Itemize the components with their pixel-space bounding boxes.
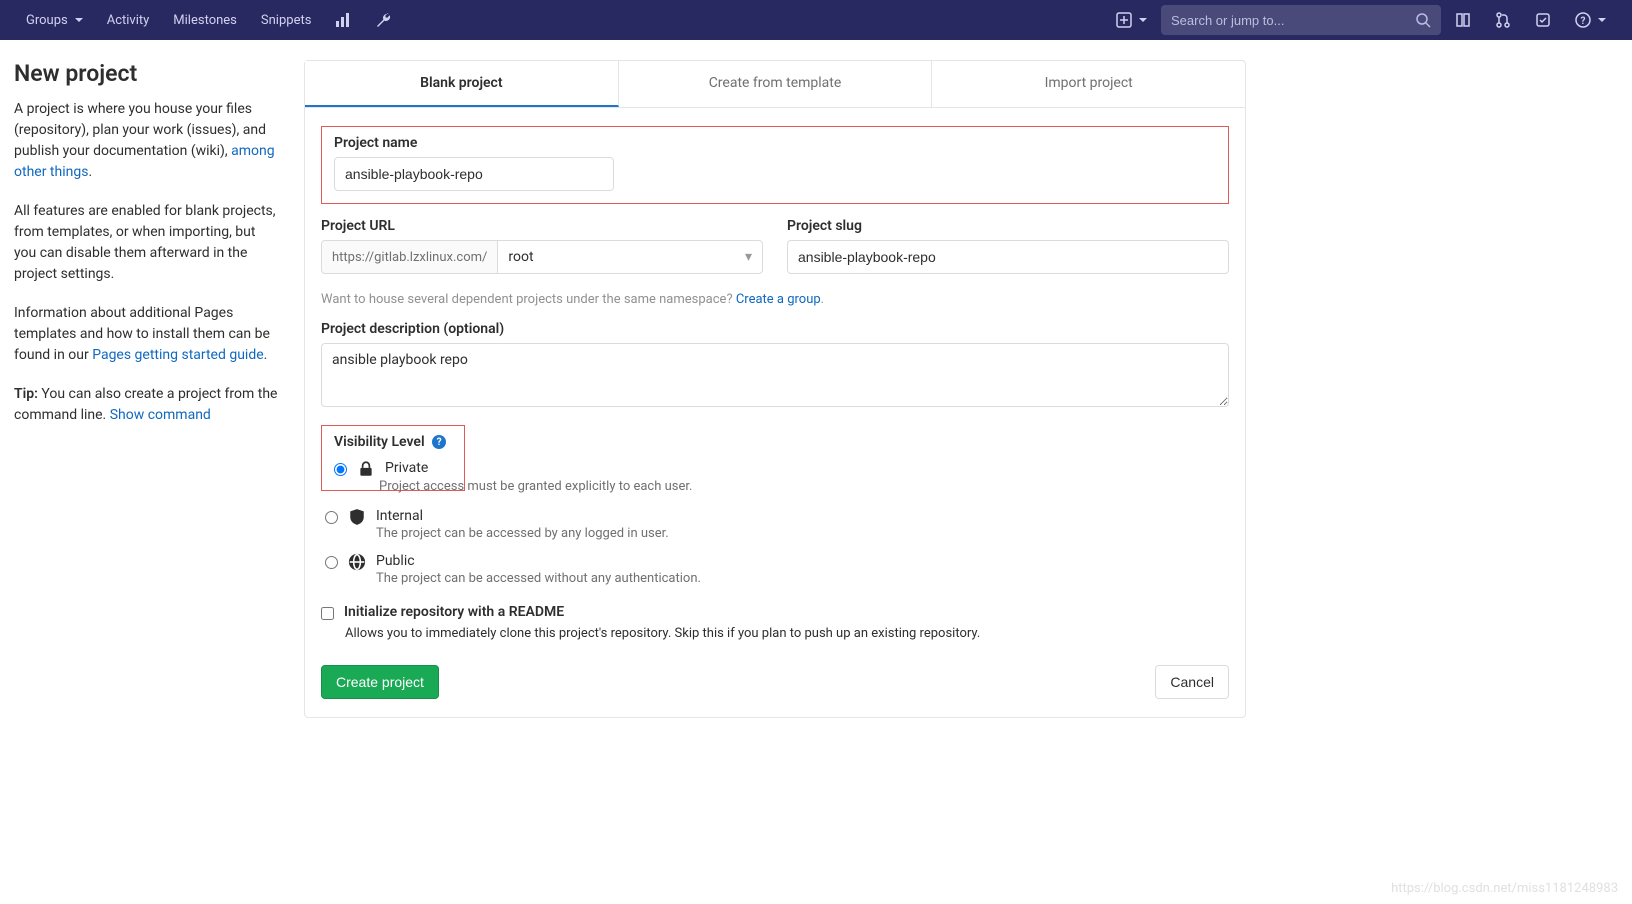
nav-issues-icon[interactable] — [1445, 6, 1481, 34]
nav-snippets[interactable]: Snippets — [251, 7, 322, 34]
visibility-public-radio[interactable] — [325, 556, 338, 569]
project-name-label: Project name — [334, 135, 1216, 151]
sidebar-paragraph-2: All features are enabled for blank proje… — [14, 201, 280, 285]
readme-desc: Allows you to immediately clone this pro… — [345, 626, 1229, 641]
sidebar-paragraph-1: A project is where you house your files … — [14, 99, 280, 183]
project-url-prefix: https://gitlab.lzxlinux.com/ — [321, 240, 497, 274]
visibility-internal-desc: The project can be accessed by any logge… — [376, 526, 669, 541]
link-create-group[interactable]: Create a group — [736, 292, 821, 307]
visibility-internal-radio[interactable] — [325, 511, 338, 524]
visibility-public-desc: The project can be accessed without any … — [376, 571, 701, 586]
nav-activity[interactable]: Activity — [97, 7, 160, 34]
visibility-private-desc: Project access must be granted explicitl… — [379, 479, 1229, 494]
nav-help[interactable]: ? — [1565, 6, 1616, 34]
readme-label: Initialize repository with a README — [344, 604, 564, 620]
shield-icon — [348, 508, 366, 526]
project-url-group: https://gitlab.lzxlinux.com/ root ▾ — [321, 240, 763, 274]
description-input[interactable]: ansible playbook repo — [321, 343, 1229, 407]
project-name-input[interactable] — [334, 157, 614, 191]
merge-request-icon — [1495, 12, 1511, 28]
tabs: Blank project Create from template Impor… — [305, 61, 1245, 108]
namespace-select[interactable]: root ▾ — [497, 240, 763, 274]
search-box[interactable] — [1161, 5, 1441, 35]
create-project-button[interactable]: Create project — [321, 665, 439, 699]
chevron-down-icon: ▾ — [745, 249, 752, 265]
nav-merge-icon[interactable] — [1485, 6, 1521, 34]
visibility-label: Visibility Level ? — [334, 434, 446, 450]
main-panel: Blank project Create from template Impor… — [304, 60, 1246, 718]
link-pages-guide[interactable]: Pages getting started guide — [92, 347, 263, 363]
visibility-internal-title: Internal — [376, 508, 669, 524]
sidebar-p1-text: A project is where you house your files … — [14, 101, 266, 159]
visibility-private-title: Private — [385, 460, 428, 476]
cancel-button[interactable]: Cancel — [1155, 665, 1229, 699]
chevron-down-icon — [1139, 18, 1147, 22]
tab-blank-project[interactable]: Blank project — [305, 61, 619, 107]
search-input[interactable] — [1171, 13, 1415, 28]
nav-analytics-icon[interactable] — [325, 6, 361, 34]
plus-square-icon — [1116, 12, 1132, 28]
project-slug-input[interactable] — [787, 240, 1229, 274]
chart-icon — [335, 12, 351, 28]
nav-plus[interactable] — [1106, 6, 1157, 34]
visibility-private-radio[interactable] — [334, 463, 347, 476]
sidebar-tip: Tip: You can also create a project from … — [14, 384, 280, 426]
nav-wrench-icon[interactable] — [365, 6, 401, 34]
tab-create-from-template[interactable]: Create from template — [619, 61, 933, 107]
visibility-label-text: Visibility Level — [334, 434, 425, 450]
svg-text:?: ? — [1581, 16, 1586, 27]
help-icon: ? — [1575, 12, 1591, 28]
nav-groups[interactable]: Groups — [16, 7, 93, 34]
help-icon[interactable]: ? — [432, 435, 446, 449]
project-slug-label: Project slug — [787, 218, 1229, 234]
page-title: New project — [14, 60, 280, 87]
search-icon — [1415, 12, 1431, 28]
nav-milestones[interactable]: Milestones — [163, 7, 247, 34]
chevron-down-icon — [1598, 18, 1606, 22]
issues-icon — [1455, 12, 1471, 28]
group-hint-text: Want to house several dependent projects… — [321, 292, 736, 307]
project-name-highlight: Project name — [321, 126, 1229, 204]
tip-label: Tip: — [14, 386, 38, 402]
wrench-icon — [375, 12, 391, 28]
todo-icon — [1535, 12, 1551, 28]
visibility-public-title: Public — [376, 553, 701, 569]
lock-icon — [357, 460, 375, 478]
watermark: https://blog.csdn.net/miss1181248983 — [1391, 881, 1618, 896]
description-label: Project description (optional) — [321, 321, 1229, 337]
globe-icon — [348, 553, 366, 571]
link-show-command[interactable]: Show command — [110, 407, 211, 423]
chevron-down-icon — [75, 18, 83, 22]
top-navbar: Groups Activity Milestones Snippets — [0, 0, 1632, 40]
sidebar: New project A project is where you house… — [14, 60, 304, 718]
namespace-value: root — [508, 249, 533, 265]
tab-import-project[interactable]: Import project — [932, 61, 1245, 107]
nav-groups-label: Groups — [26, 13, 68, 28]
sidebar-paragraph-3: Information about additional Pages templ… — [14, 303, 280, 366]
nav-todos-icon[interactable] — [1525, 6, 1561, 34]
group-hint: Want to house several dependent projects… — [321, 292, 1229, 307]
readme-checkbox[interactable] — [321, 607, 334, 620]
project-url-label: Project URL — [321, 218, 763, 234]
